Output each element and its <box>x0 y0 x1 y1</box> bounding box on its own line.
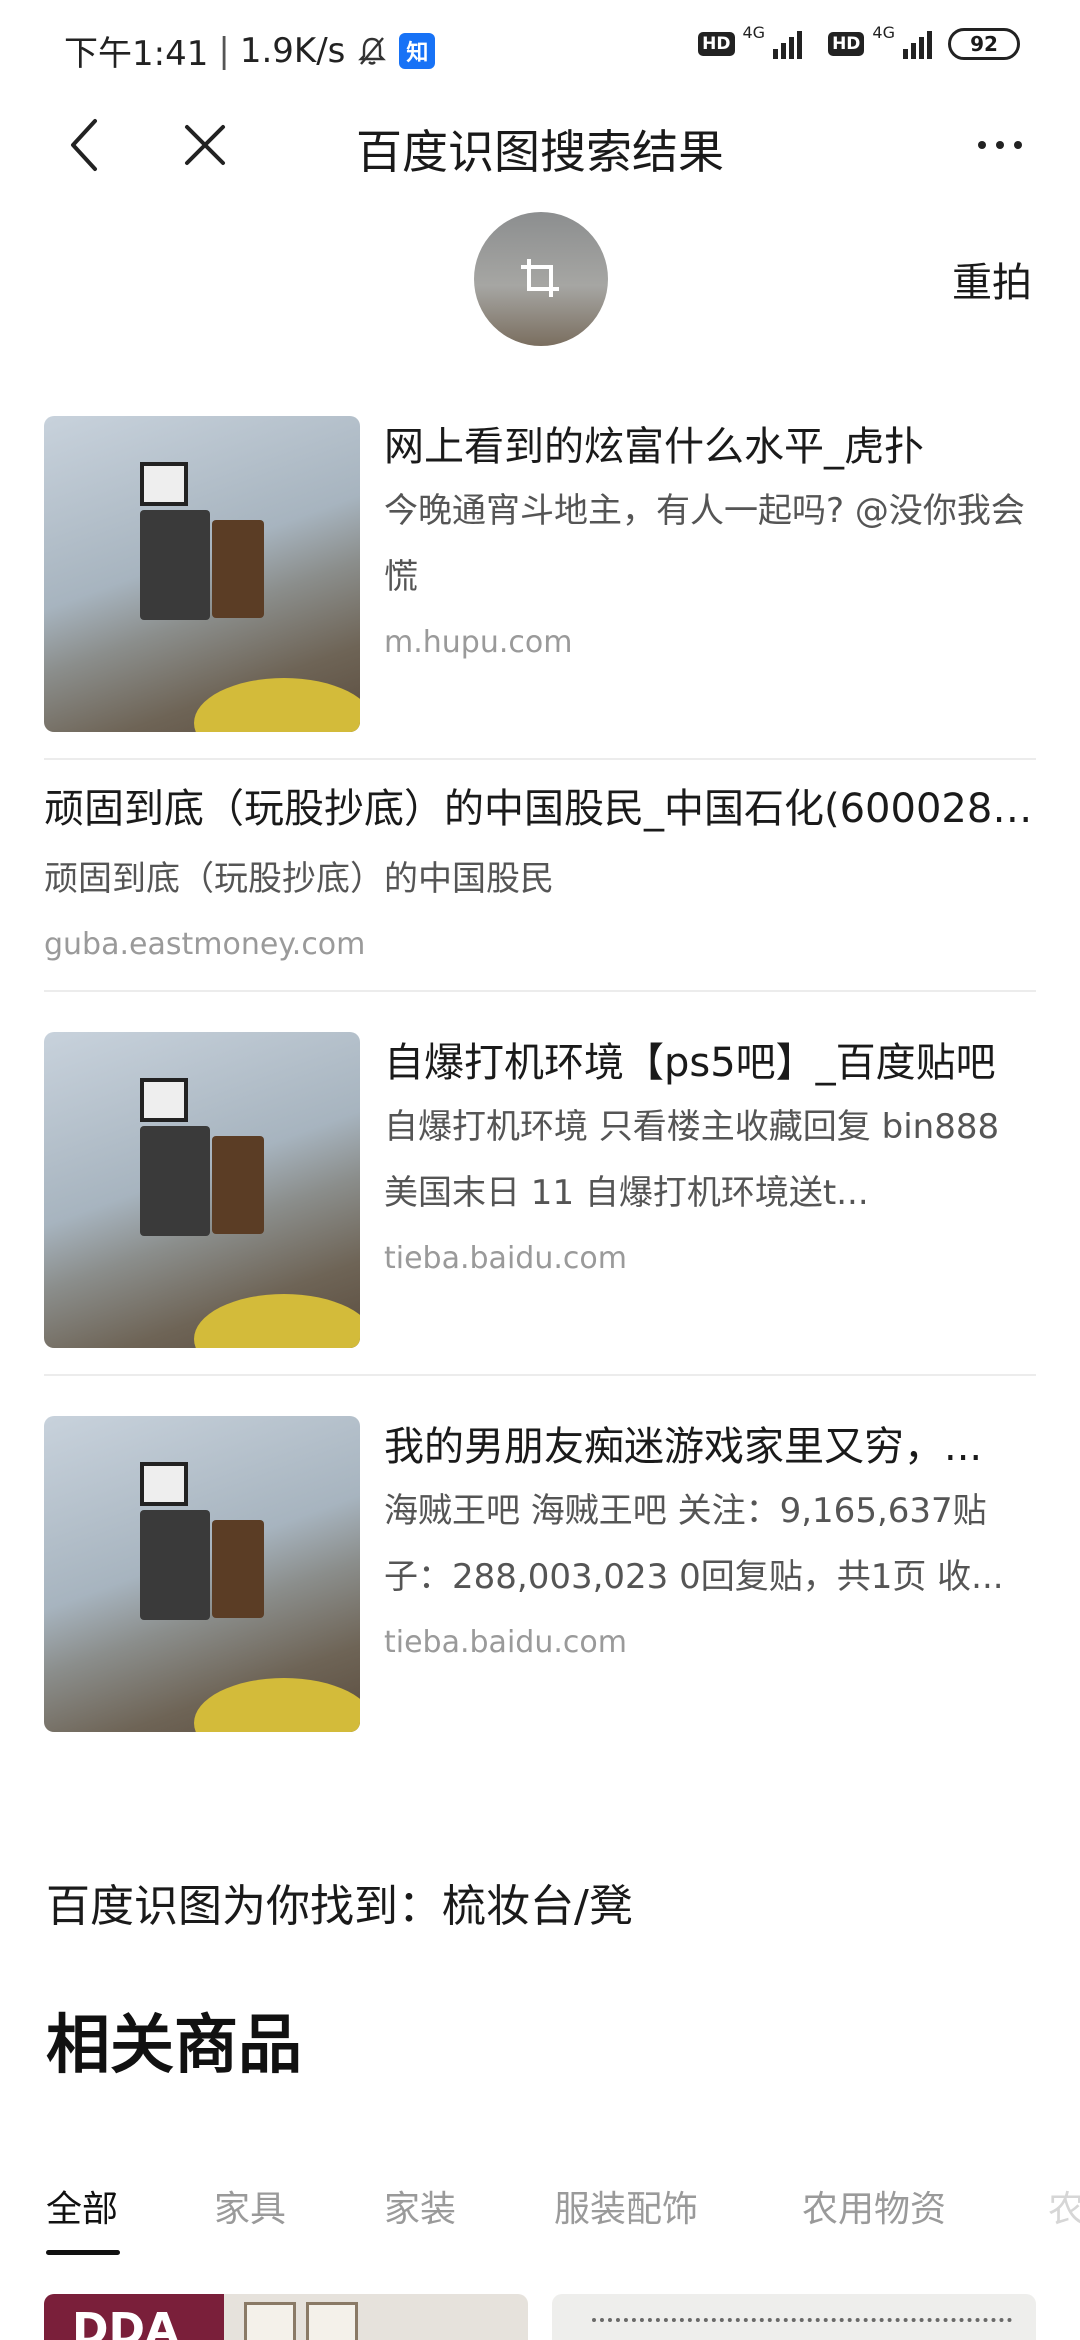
status-right: HD 4G HD 4G 92 <box>698 23 1020 60</box>
more-dot-icon <box>978 141 986 149</box>
status-time: 下午1:41 <box>64 34 209 74</box>
page-title: 百度识图搜索结果 <box>356 125 724 179</box>
result-thumbnail <box>44 416 360 732</box>
search-result-4[interactable]: 我的男朋友痴迷游戏家里又穷，... 海贼王吧 海贼王吧 关注：9,165,637… <box>44 1416 1036 1732</box>
tab-all[interactable]: 全部 <box>46 2180 118 2232</box>
result-title[interactable]: 自爆打机环境【ps5吧】_百度贴吧 <box>384 1032 1036 1094</box>
sim1-hd-badge: HD <box>698 32 735 56</box>
battery-indicator: 92 <box>948 28 1020 60</box>
result-title[interactable]: 我的男朋友痴迷游戏家里又穷，... <box>384 1416 1036 1478</box>
recognition-result-text: 百度识图为你找到：梳妆台/凳 <box>46 1881 633 1932</box>
nav-bar: 百度识图搜索结果 <box>0 96 1080 196</box>
tab-next-partial[interactable]: 农 <box>1048 2180 1080 2232</box>
divider <box>44 1374 1036 1376</box>
search-result-2[interactable]: 顽固到底（玩股抄底）的中国股民_中国石化(600028)股吧_东方财富网股吧 顽… <box>44 778 1036 988</box>
result-description: 自爆打机环境 只看楼主收藏回复 bin888 美国末日 11 自爆打机环境送t.… <box>384 1107 1000 1213</box>
zhihu-app-icon: 知 <box>399 32 436 69</box>
result-thumbnail <box>44 1032 360 1348</box>
status-bar: 下午1:41 | 1.9K/s 知 HD 4G HD 4G 92 <box>0 0 1080 96</box>
product-card-1[interactable]: DDA <box>44 2294 528 2340</box>
tab-agri-supplies[interactable]: 农用物资 <box>802 2180 946 2232</box>
sim2-hd-badge: HD <box>828 32 865 56</box>
result-description: 海贼王吧 海贼王吧 关注：9,165,637贴子：288,003,023 0回复… <box>384 1491 1004 1597</box>
result-url: tieba.baidu.com <box>384 1625 627 1660</box>
result-url: guba.eastmoney.com <box>44 927 366 962</box>
product-image-frame <box>244 2302 296 2340</box>
more-options-button[interactable] <box>960 110 1040 180</box>
divider <box>44 990 1036 992</box>
product-brand-logo: DDA <box>44 2294 224 2340</box>
result-description: 今晚通宵斗地主，有人一起吗? @没你我会慌 <box>384 491 1025 597</box>
sim1-network-type: 4G <box>742 22 766 42</box>
query-image-thumbnail[interactable] <box>474 212 608 346</box>
search-result-1[interactable]: 网上看到的炫富什么水平_虎扑 今晚通宵斗地主，有人一起吗? @没你我会慌 m.h… <box>44 416 1036 732</box>
active-tab-indicator <box>46 2250 120 2255</box>
related-products-title: 相关商品 <box>46 2009 302 2083</box>
tab-home-decor[interactable]: 家装 <box>384 2180 456 2232</box>
sim2-signal-icon <box>903 29 932 59</box>
network-speed: 1.9K/s <box>239 30 346 71</box>
result-url: m.hupu.com <box>384 625 573 660</box>
sim2-network-type: 4G <box>872 22 895 42</box>
result-title[interactable]: 顽固到底（玩股抄底）的中国股民_中国石化(600028)股吧_东方财富网股吧 <box>44 778 1036 840</box>
battery-level: 92 <box>970 32 998 56</box>
tab-apparel[interactable]: 服装配饰 <box>554 2180 698 2232</box>
sim1-signal-icon <box>773 29 803 59</box>
tab-furniture[interactable]: 家具 <box>214 2180 286 2232</box>
more-dot-icon <box>996 141 1004 149</box>
product-image-frame <box>306 2302 358 2340</box>
crop-icon <box>521 259 559 297</box>
product-image-calligraphy <box>592 2318 1012 2328</box>
search-result-3[interactable]: 自爆打机环境【ps5吧】_百度贴吧 自爆打机环境 只看楼主收藏回复 bin888… <box>44 1032 1036 1348</box>
result-url: tieba.baidu.com <box>384 1241 627 1276</box>
category-tabs: 全部 家具 家装 服装配饰 农用物资 农 <box>0 2170 1080 2260</box>
result-description: 顽固到底（玩股抄底）的中国股民 <box>44 859 554 899</box>
result-thumbnail <box>44 1416 360 1732</box>
retake-button[interactable]: 重拍 <box>952 250 1032 308</box>
divider <box>44 758 1036 760</box>
status-left: 下午1:41 | 1.9K/s 知 <box>64 26 436 75</box>
product-card-2[interactable] <box>552 2294 1036 2340</box>
more-dot-icon <box>1014 141 1022 149</box>
result-title[interactable]: 网上看到的炫富什么水平_虎扑 <box>384 416 1036 478</box>
bell-muted-icon <box>358 36 387 65</box>
status-separator: | <box>218 30 230 71</box>
